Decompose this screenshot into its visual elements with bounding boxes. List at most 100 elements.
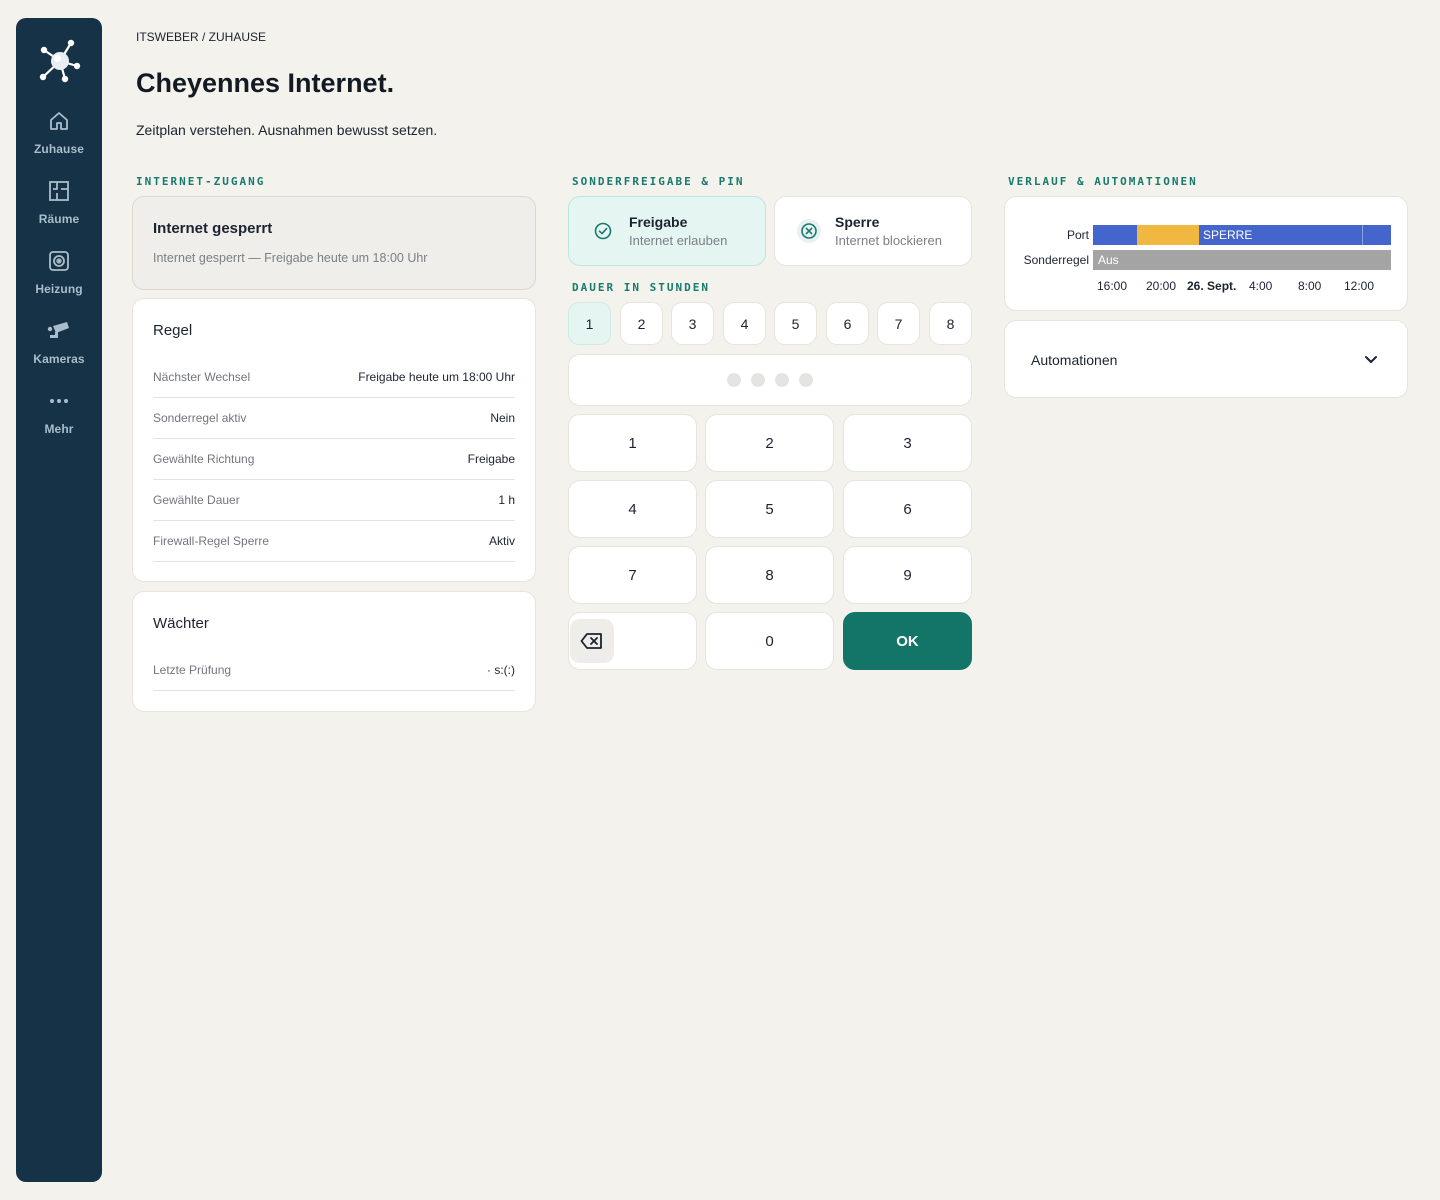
rule-key: Sonderregel aktiv	[153, 411, 247, 425]
hour-option-7[interactable]: 7	[877, 302, 920, 345]
pin-dot	[775, 373, 789, 387]
camera-icon	[46, 318, 72, 344]
watcher-title: Wächter	[153, 615, 209, 632]
rule-key: Nächster Wechsel	[153, 370, 251, 384]
timeline-segment-text: Aus	[1098, 253, 1119, 267]
rule-value: Aktiv	[488, 534, 515, 548]
watcher-value: · s:(:)	[487, 663, 515, 677]
hour-option-8[interactable]: 8	[929, 302, 972, 345]
rule-row: Sonderregel aktiv Nein	[153, 398, 515, 439]
hour-option-5[interactable]: 5	[774, 302, 817, 345]
timeline-tick: 16:00	[1097, 279, 1128, 293]
pin-dot	[799, 373, 813, 387]
timeline-tick: 8:00	[1298, 279, 1322, 293]
keypad-key-7[interactable]: 7	[568, 546, 697, 604]
rule-row: Nächster Wechsel Freigabe heute um 18:00…	[153, 357, 515, 398]
breadcrumb[interactable]: ITSWEBER / ZUHAUSE	[136, 30, 266, 44]
rule-value: 1 h	[498, 493, 515, 507]
sidebar-item-label: Heizung	[35, 282, 83, 296]
rule-key: Gewählte Richtung	[153, 452, 255, 466]
keypad-key-2[interactable]: 2	[705, 414, 834, 472]
timeline-segment-text: SPERRE	[1203, 228, 1253, 242]
block-option-subtitle: Internet blockieren	[835, 233, 942, 248]
keypad-key-3[interactable]: 3	[843, 414, 972, 472]
keypad-key-4[interactable]: 4	[568, 480, 697, 538]
timeline-label-port: Port	[1066, 228, 1089, 242]
more-icon	[46, 388, 72, 414]
keypad-key-8[interactable]: 8	[705, 546, 834, 604]
history-card: Port Sonderregel SPERRE Aus 16:00 20:00 …	[1004, 196, 1408, 311]
rule-title: Regel	[153, 322, 193, 339]
page-title: Cheyennes Internet.	[136, 68, 395, 98]
x-circle-icon	[797, 219, 821, 243]
hour-option-6[interactable]: 6	[826, 302, 869, 345]
logo-icon[interactable]	[35, 36, 85, 86]
sidebar-item-label: Räume	[38, 212, 80, 226]
timeline-segment-allowed	[1137, 225, 1199, 245]
pin-display	[568, 354, 972, 406]
allow-option-title: Freigabe	[629, 214, 688, 230]
sidebar-item-label: Kameras	[33, 352, 85, 366]
allow-option-subtitle: Internet erlauben	[629, 233, 728, 248]
status-text: Internet gesperrt — Freigabe heute um 18…	[153, 251, 428, 265]
allow-option-button[interactable]: Freigabe Internet erlauben	[568, 196, 766, 266]
timeline-now-marker	[1362, 225, 1363, 245]
sidebar-item-mehr[interactable]: Mehr	[16, 388, 102, 450]
rule-value: Freigabe heute um 18:00 Uhr	[358, 370, 515, 384]
chevron-down-icon	[1363, 351, 1379, 367]
check-circle-icon	[591, 219, 615, 243]
heating-icon	[46, 248, 72, 274]
sidebar: Zuhause Räume Heizung Kameras Mehr	[16, 18, 102, 1182]
rule-row: Firewall-Regel Sperre Aktiv	[153, 521, 515, 562]
pin-dot	[751, 373, 765, 387]
watcher-key: Letzte Prüfung	[153, 663, 232, 677]
rule-value: Nein	[490, 411, 515, 425]
pin-dot	[727, 373, 741, 387]
timeline-tick: 12:00	[1344, 279, 1375, 293]
sidebar-item-raeume[interactable]: Räume	[16, 178, 102, 240]
keypad-key-9[interactable]: 9	[843, 546, 972, 604]
timeline-segment-off	[1093, 250, 1391, 270]
block-option-title: Sperre	[835, 214, 880, 230]
rule-value: Freigabe	[467, 452, 515, 466]
automations-title: Automationen	[1031, 352, 1118, 368]
timeline-tick: 4:00	[1249, 279, 1273, 293]
timeline-label-sonderregel: Sonderregel	[1023, 253, 1089, 267]
hour-option-3[interactable]: 3	[671, 302, 714, 345]
timeline-tick: 20:00	[1146, 279, 1177, 293]
section-label-dauer: DAUER IN STUNDEN	[572, 281, 710, 294]
keypad-backspace-button[interactable]	[568, 612, 697, 670]
sidebar-item-zuhause[interactable]: Zuhause	[16, 108, 102, 170]
keypad-key-1[interactable]: 1	[568, 414, 697, 472]
hour-option-4[interactable]: 4	[723, 302, 766, 345]
keypad-key-0[interactable]: 0	[705, 612, 834, 670]
sidebar-item-kameras[interactable]: Kameras	[16, 318, 102, 380]
watcher-card: Wächter Letzte Prüfung · s:(:)	[132, 591, 536, 712]
sidebar-item-label: Mehr	[44, 422, 74, 436]
rule-row: Gewählte Richtung Freigabe	[153, 439, 515, 480]
timeline-segment-blocked	[1093, 225, 1137, 245]
status-card: Internet gesperrt Internet gesperrt — Fr…	[132, 196, 536, 290]
keypad-key-5[interactable]: 5	[705, 480, 834, 538]
home-icon	[46, 108, 72, 134]
page-subtitle: Zeitplan verstehen. Ausnahmen bewusst se…	[136, 122, 438, 138]
backspace-icon	[570, 619, 614, 663]
watcher-row: Letzte Prüfung · s:(:)	[153, 650, 515, 691]
section-label-verlauf: VERLAUF & AUTOMATIONEN	[1008, 175, 1198, 188]
status-title: Internet gesperrt	[153, 220, 273, 237]
timeline-tick: 26. Sept.	[1187, 279, 1237, 293]
hour-option-1[interactable]: 1	[568, 302, 611, 345]
rule-key: Firewall-Regel Sperre	[153, 534, 270, 548]
keypad-key-6[interactable]: 6	[843, 480, 972, 538]
section-label-internet-zugang: INTERNET-ZUGANG	[136, 175, 266, 188]
block-option-button[interactable]: Sperre Internet blockieren	[774, 196, 972, 266]
hour-option-2[interactable]: 2	[620, 302, 663, 345]
sidebar-item-heizung[interactable]: Heizung	[16, 248, 102, 310]
floorplan-icon	[46, 178, 72, 204]
rule-key: Gewählte Dauer	[153, 493, 240, 507]
automations-accordion[interactable]: Automationen	[1004, 320, 1408, 398]
rule-card: Regel Nächster Wechsel Freigabe heute um…	[132, 298, 536, 582]
rule-row: Gewählte Dauer 1 h	[153, 480, 515, 521]
ok-button[interactable]: OK	[843, 612, 972, 670]
section-label-sonderfreigabe: SONDERFREIGABE & PIN	[572, 175, 745, 188]
